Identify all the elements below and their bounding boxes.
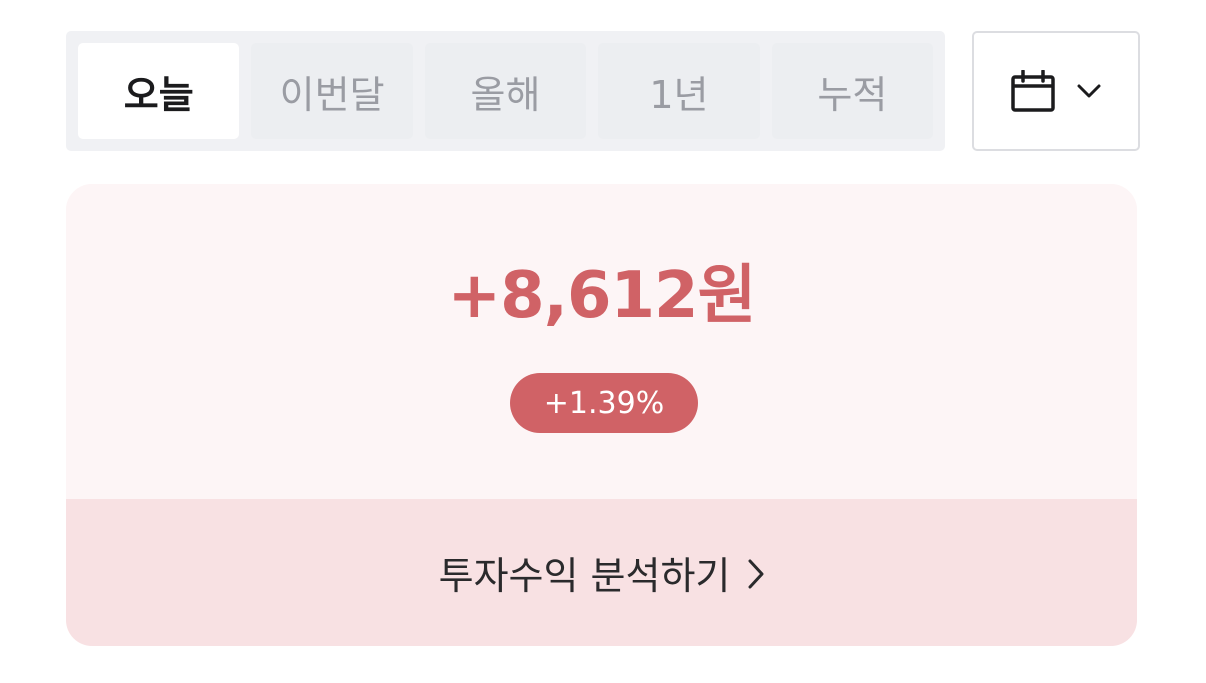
analyze-profit-label: 투자수익 분석하기: [438, 554, 731, 598]
profit-amount: +8,612원: [447, 259, 757, 333]
date-picker-button[interactable]: [972, 31, 1140, 151]
period-tab-group: 오늘 이번달 올해 1년 누적: [66, 31, 945, 151]
tab-cumulative[interactable]: 누적: [771, 43, 934, 139]
profit-summary-top: +8,612원 +1.39%: [66, 184, 1137, 499]
tab-this-month[interactable]: 이번달: [251, 43, 413, 139]
tab-today[interactable]: 오늘: [78, 43, 240, 139]
calendar-icon: [1011, 70, 1055, 112]
chevron-right-icon: [748, 557, 764, 589]
profit-summary-page: 오늘 이번달 올해 1년 누적 +8,612원 +1.39% 투자수익 분석하기: [0, 0, 1206, 683]
tab-this-year[interactable]: 올해: [424, 43, 587, 139]
profit-rate-badge: +1.39%: [510, 373, 698, 433]
profit-summary-card: +8,612원 +1.39% 투자수익 분석하기: [66, 184, 1137, 646]
tab-one-year[interactable]: 1년: [598, 43, 760, 139]
chevron-down-icon: [1077, 84, 1101, 98]
analyze-profit-link[interactable]: 투자수익 분석하기: [66, 499, 1137, 646]
